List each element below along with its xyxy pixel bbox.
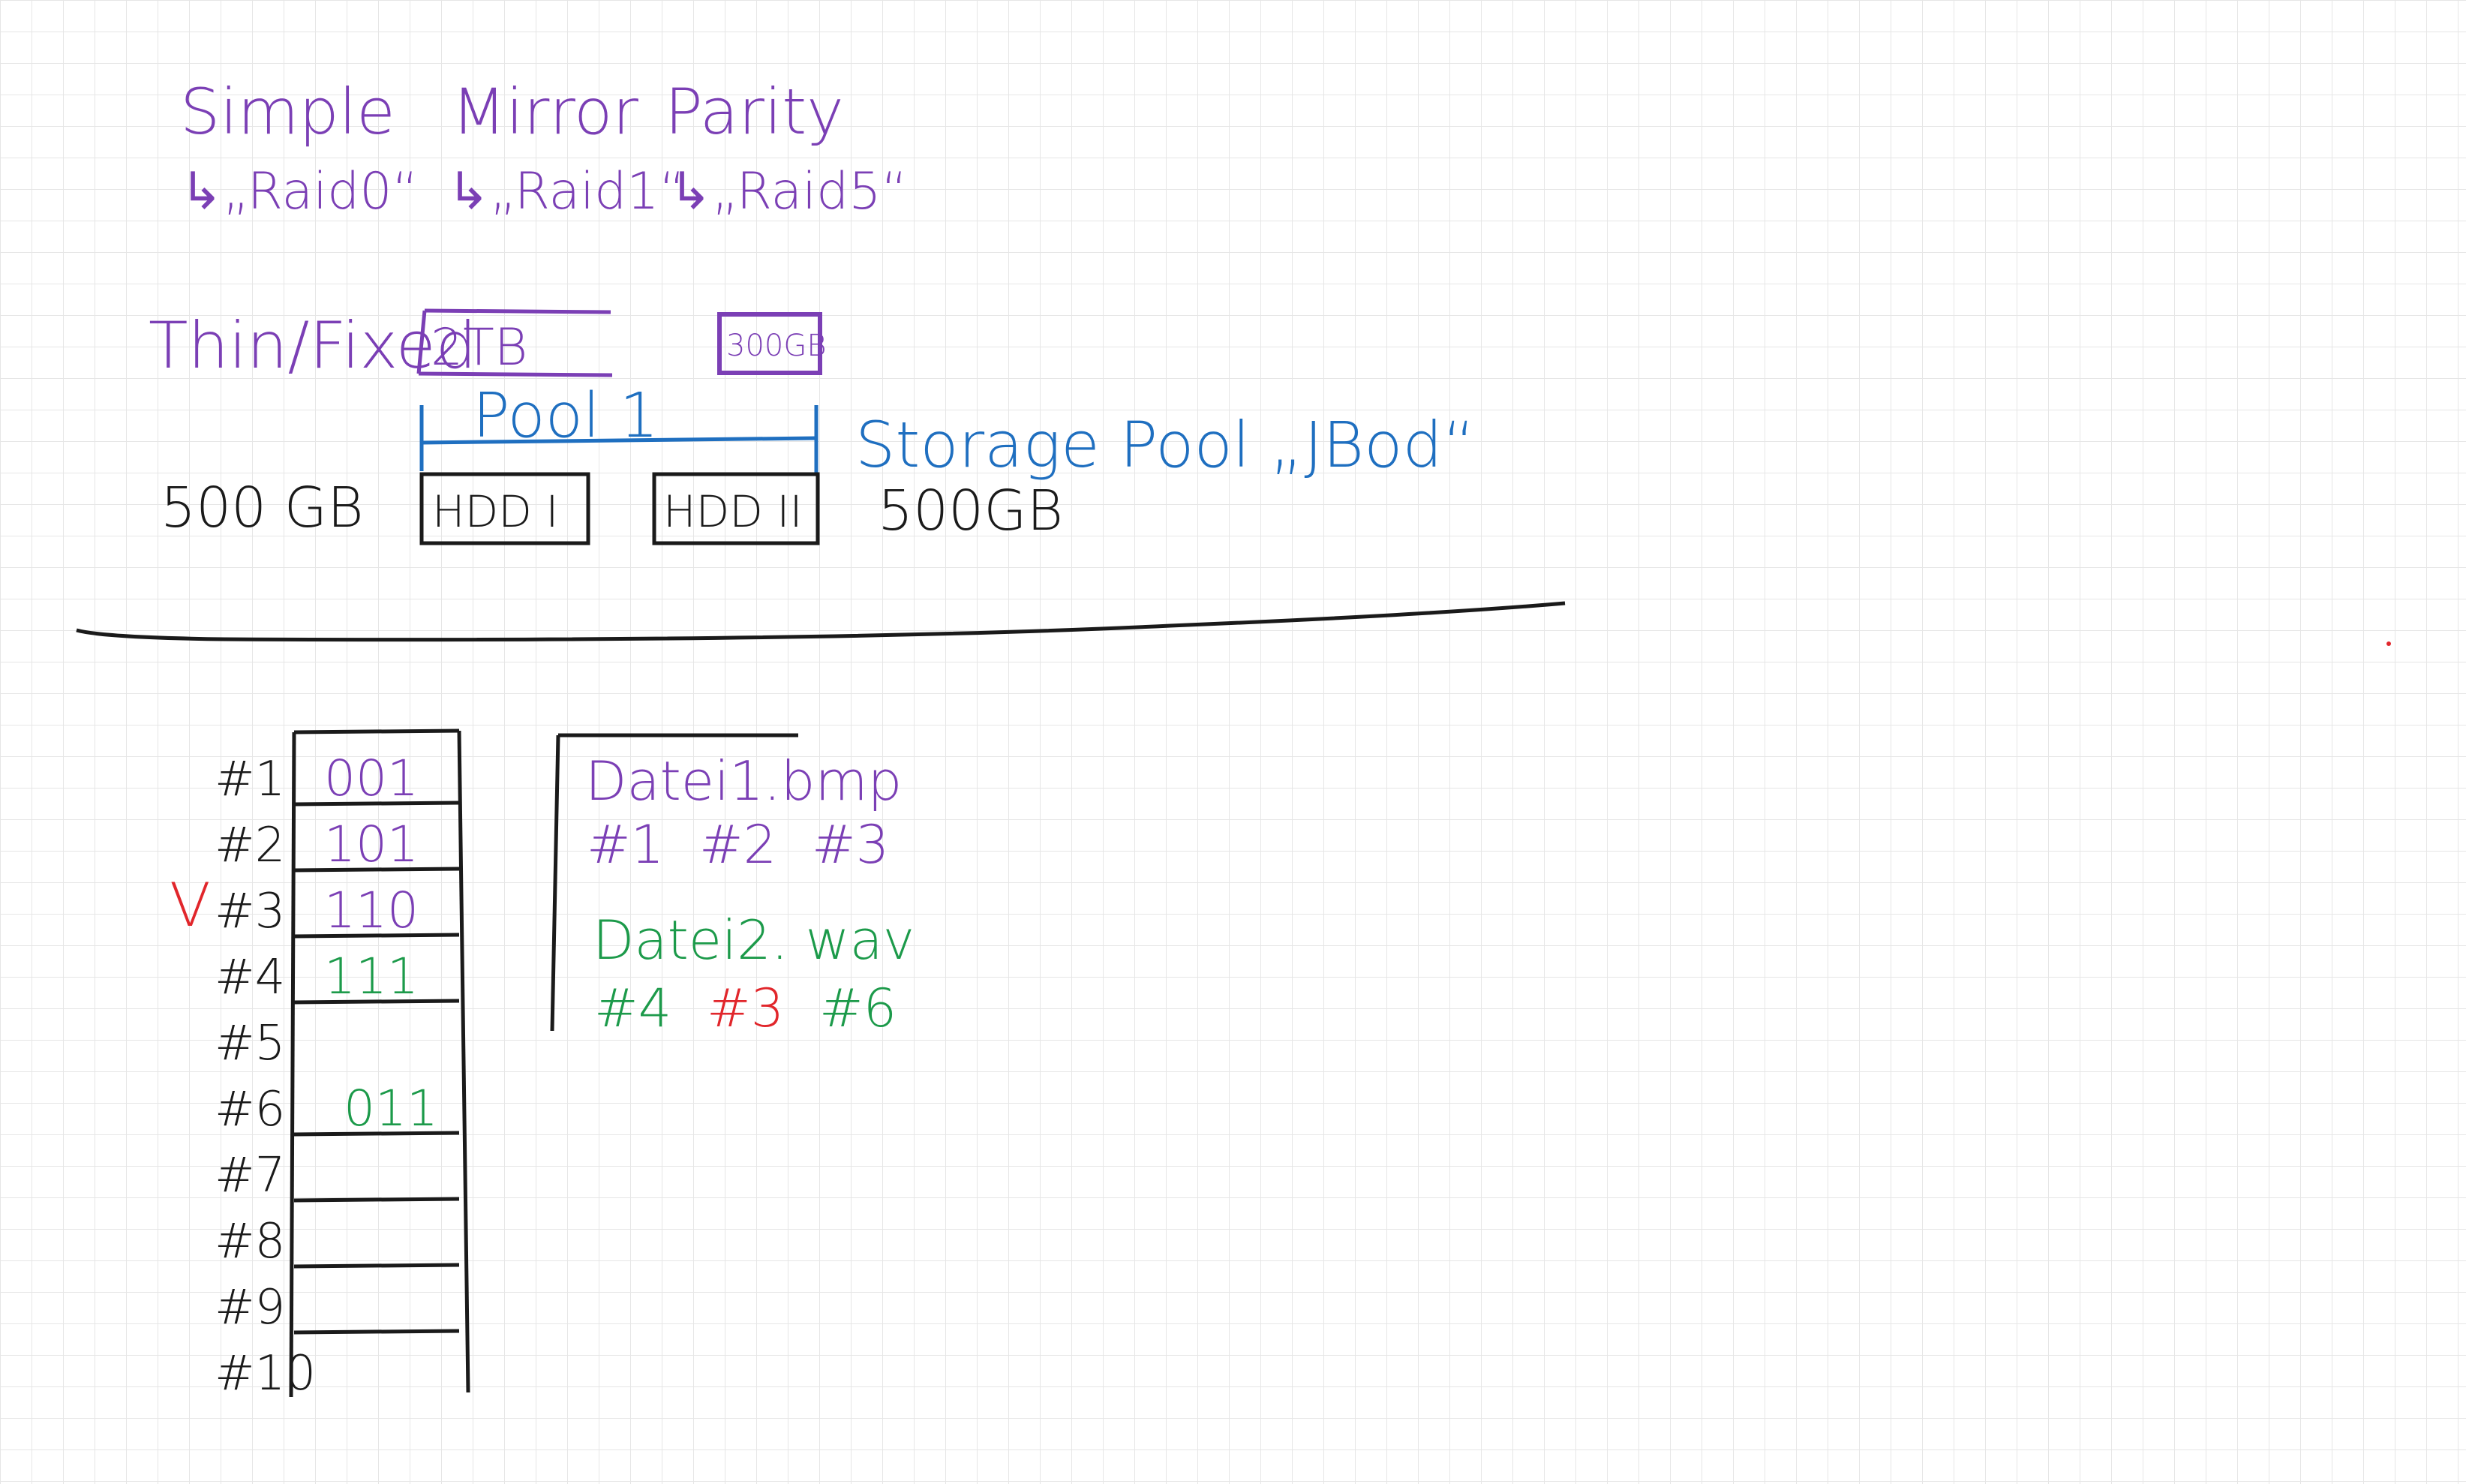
file-1-block-2: #2: [699, 814, 776, 876]
block-label-4: #4: [215, 950, 285, 1005]
block-label-3: #3: [215, 884, 285, 939]
block-row-divider: [293, 1197, 460, 1203]
file-2-block-3: #6: [819, 978, 897, 1039]
raid-type-simple-raid: ↳„Raid0“: [180, 162, 419, 221]
block-row-divider: [293, 801, 460, 807]
block-row-divider: [293, 867, 460, 873]
disk-right-size: 500GB: [878, 479, 1063, 543]
provisioning: Thin/Fixed 2TB 300GB: [149, 308, 827, 383]
block-value-3: 110: [324, 882, 419, 939]
block-label-8: #8: [215, 1214, 285, 1269]
size-300gb-label: 300GB: [726, 329, 827, 363]
raid-type-simple-name: Simple: [180, 75, 395, 149]
red-dot: [2386, 641, 2391, 646]
storage-pool: Pool 1 Storage Pool „JBod“: [419, 380, 1475, 482]
raid-type-mirror-name: Mirror: [452, 75, 638, 149]
check-mark: V: [170, 870, 211, 940]
block-row-divider: [293, 933, 460, 939]
whiteboard-canvas: Simple ↳„Raid0“ Mirror ↳„Raid1“ Parity ↳…: [76, 75, 2391, 1401]
block-label-1: #1: [215, 752, 285, 807]
block-value-1: 001: [324, 750, 419, 807]
block-row-divider: [293, 1329, 460, 1335]
disk-left-size: 500 GB: [161, 476, 364, 540]
block-label-6: #6: [215, 1082, 285, 1137]
files-panel: Datei1.bmp#1 #2 #3Datei2. wav#4 #3 #6: [550, 733, 915, 1039]
block-value-4: 111: [324, 948, 419, 1005]
block-label-7: #7: [215, 1148, 285, 1203]
block-table: #1 001 #2 101 #3 110 #4 111 #5 #6 011 #7 #8 #9 #10 V: [170, 728, 470, 1401]
disks: 500 GB HDD I HDD II 500GB: [161, 472, 1063, 545]
file-name-2: Datei2. wav: [593, 909, 915, 972]
disk-hdd-2-label: HDD II: [663, 486, 803, 537]
size-2tb-label: 2TB: [431, 318, 527, 377]
block-label-9: #9: [215, 1280, 285, 1335]
divider-line: [76, 601, 1566, 642]
files-content: Datei1.bmp#1 #2 #3Datei2. wav#4 #3 #6: [585, 750, 915, 1039]
raid-type-mirror-raid: ↳„Raid1“: [447, 162, 686, 221]
block-label-2: #2: [215, 818, 285, 873]
file-1-block-1: #1: [587, 814, 664, 876]
file-2-block-2: #3: [707, 978, 784, 1039]
raid-type-parity-name: Parity: [665, 75, 844, 149]
block-row-divider: [293, 1263, 460, 1269]
block-label-10: #10: [215, 1346, 316, 1401]
block-row-divider: [293, 1131, 460, 1137]
raid-types: Simple ↳„Raid0“ Mirror ↳„Raid1“ Parity ↳…: [180, 75, 908, 221]
raid-type-parity-raid: ↳„Raid5“: [669, 162, 908, 221]
storage-pool-label: Storage Pool „JBod“: [855, 408, 1475, 482]
block-value-6: 011: [344, 1080, 438, 1137]
block-value-2: 101: [324, 816, 419, 873]
file-2-block-1: #4: [594, 978, 671, 1039]
block-label-5: #5: [215, 1016, 285, 1071]
disk-hdd-1-label: HDD I: [432, 486, 558, 537]
block-row-divider: [293, 999, 460, 1005]
file-name-1: Datei1.bmp: [585, 750, 902, 813]
block-rows: #1 001 #2 101 #3 110 #4 111 #5 #6 011 #7 #8 #9 #10: [215, 750, 460, 1401]
file-1-block-3: #3: [812, 814, 889, 876]
